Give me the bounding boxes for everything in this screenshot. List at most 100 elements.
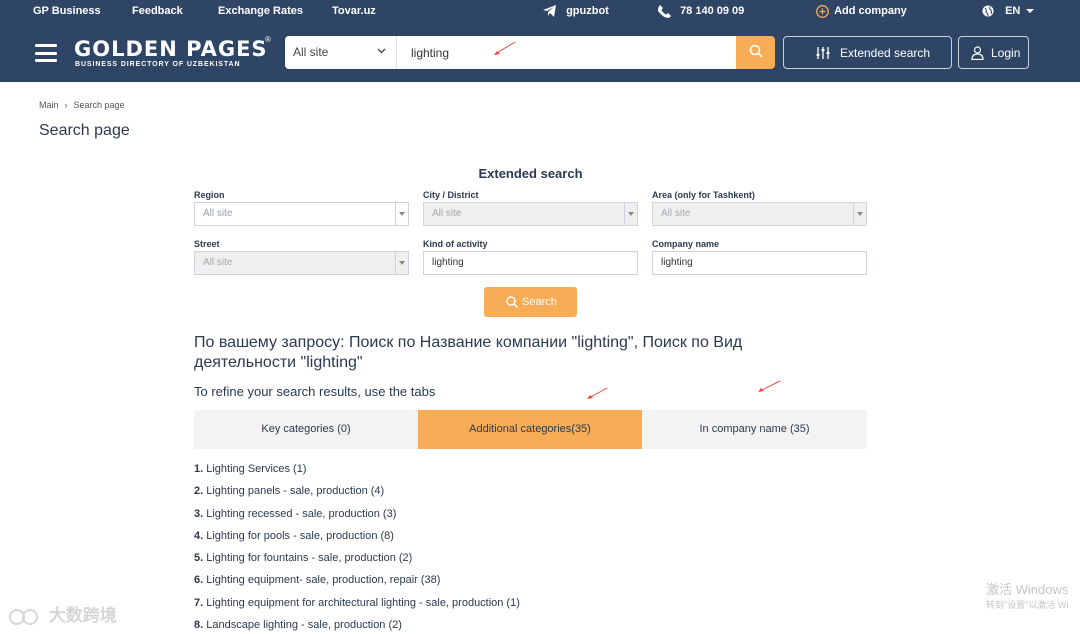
extended-search-submit-label: Search xyxy=(522,296,557,308)
street-value: All site xyxy=(203,257,233,268)
list-item[interactable]: 4. Lighting for pools - sale, production… xyxy=(194,530,520,552)
item-name[interactable]: Lighting Services xyxy=(206,463,290,475)
city-select[interactable]: All site xyxy=(423,202,638,226)
item-number: 3. xyxy=(194,507,204,520)
city-label: City / District xyxy=(423,190,479,200)
annotation-arrow-3 xyxy=(758,380,781,392)
item-count: (2) xyxy=(398,552,413,565)
item-count: (2) xyxy=(388,619,402,632)
tab-key-categories[interactable]: Key categories (0) xyxy=(194,410,418,449)
language-selector[interactable]: EN xyxy=(982,5,1035,17)
breadcrumb: Main › Search page xyxy=(39,100,125,110)
list-item[interactable]: 5. Lighting for fountains - sale, produc… xyxy=(194,552,520,574)
list-item[interactable]: 3. Lighting recessed - sale, production(… xyxy=(194,508,520,530)
region-value: All site xyxy=(203,208,233,219)
menu-icon[interactable] xyxy=(35,44,57,62)
item-number: 2. xyxy=(194,485,204,498)
plus-circle-icon xyxy=(816,5,829,18)
user-icon xyxy=(971,46,984,60)
list-item[interactable]: 7. Lighting equipment for architectural … xyxy=(194,597,520,619)
telegram-link[interactable]: gpuzbot xyxy=(543,5,609,18)
item-name[interactable]: Lighting for fountains - sale, productio… xyxy=(206,552,396,564)
item-number: 1. xyxy=(194,463,204,475)
activity-label: Kind of activity xyxy=(423,239,488,249)
logo-icon xyxy=(9,608,38,625)
list-item[interactable]: 2. Lighting panels - sale, production (4) xyxy=(194,485,520,507)
phone-link[interactable]: 78 140 09 09 xyxy=(658,5,744,18)
city-value: All site xyxy=(432,208,462,219)
annotation-arrow-1 xyxy=(494,41,516,55)
site-scope-value: All site xyxy=(293,45,329,59)
extended-search-submit-button[interactable]: Search xyxy=(484,287,577,317)
company-name-input[interactable]: lighting xyxy=(652,251,867,275)
telegram-handle: gpuzbot xyxy=(566,5,609,17)
street-label: Street xyxy=(194,239,220,249)
annotation-arrow-2 xyxy=(587,387,608,399)
extended-search-button[interactable]: Extended search xyxy=(783,36,952,69)
caret-down-icon xyxy=(1026,9,1035,14)
item-number: 5. xyxy=(194,552,204,565)
windows-activation-watermark: 激活 Windows xyxy=(986,582,1069,597)
tab-additional-categories[interactable]: Additional categories(35) xyxy=(418,410,642,449)
item-count: (1) xyxy=(293,463,307,475)
language-label: EN xyxy=(1005,5,1021,17)
street-select[interactable]: All site xyxy=(194,251,409,275)
globe-icon xyxy=(982,5,994,17)
corner-watermark-logo: 大数跨境 xyxy=(8,601,117,627)
list-item[interactable]: 8. Landscape lighting - sale, production… xyxy=(194,619,520,634)
dropdown-arrow-icon xyxy=(624,203,637,225)
area-value: All site xyxy=(661,208,691,219)
item-name[interactable]: Lighting recessed - sale, production xyxy=(206,508,380,520)
item-name[interactable]: Lighting for pools - sale, production xyxy=(206,530,377,542)
dropdown-arrow-icon xyxy=(395,252,408,274)
sliders-icon xyxy=(816,47,830,59)
region-label: Region xyxy=(194,190,225,200)
page-title: Search page xyxy=(39,122,130,139)
top-bar: GP Business Feedback Exchange Rates Tova… xyxy=(0,0,1080,25)
company-name-label: Company name xyxy=(652,239,720,249)
topbar-link-exchange-rates[interactable]: Exchange Rates xyxy=(218,5,303,17)
breadcrumb-main[interactable]: Main xyxy=(39,100,59,110)
activity-input[interactable]: lighting xyxy=(423,251,638,275)
item-name[interactable]: Lighting equipment- sale, production, re… xyxy=(206,574,418,586)
topbar-link-tovar[interactable]: Tovar.uz xyxy=(332,5,376,17)
login-button[interactable]: Login xyxy=(958,36,1029,69)
search-icon xyxy=(749,44,763,58)
topbar-link-gp-business[interactable]: GP Business xyxy=(33,5,101,17)
search-icon xyxy=(506,296,518,308)
search-button[interactable] xyxy=(736,36,775,69)
topbar-link-feedback[interactable]: Feedback xyxy=(132,5,183,17)
region-select[interactable]: All site xyxy=(194,202,409,226)
item-name[interactable]: Lighting equipment for architectural lig… xyxy=(206,597,503,609)
results-tabs: Key categories (0) Additional categories… xyxy=(194,410,867,449)
phone-number: 78 140 09 09 xyxy=(680,5,745,18)
item-name[interactable]: Landscape lighting - sale, production xyxy=(206,619,385,631)
corner-watermark-text: 大数跨境 xyxy=(48,606,117,625)
tab-in-company-name[interactable]: In company name (35) xyxy=(642,410,867,449)
search-input[interactable] xyxy=(397,36,736,69)
item-count: (8) xyxy=(380,529,394,542)
item-number: 6. xyxy=(194,574,204,587)
item-number: 4. xyxy=(194,529,204,542)
site-scope-select[interactable]: All site xyxy=(285,36,397,69)
main-header: GOLDEN PAGES ® BUSINESS DIRECTORY OF UZB… xyxy=(0,25,1080,82)
list-item[interactable]: 6. Lighting equipment- sale, production,… xyxy=(194,574,520,596)
item-name[interactable]: Lighting panels - sale, production xyxy=(206,485,367,497)
extended-search-title: Extended search xyxy=(478,166,583,181)
chevron-down-icon xyxy=(377,48,386,54)
breadcrumb-current: Search page xyxy=(73,100,125,110)
logo-registered-mark: ® xyxy=(265,35,271,44)
windows-activation-hint: 转到"设置"以激活 Wi xyxy=(986,600,1069,610)
item-count: (4) xyxy=(370,485,385,498)
extended-search-label: Extended search xyxy=(840,46,931,60)
item-number: 7. xyxy=(194,596,204,609)
add-company-link[interactable]: Add company xyxy=(816,5,907,18)
logo-title[interactable]: GOLDEN PAGES xyxy=(74,37,268,61)
telegram-icon xyxy=(543,5,556,18)
logo-subtitle: BUSINESS DIRECTORY OF UZBEKISTAN xyxy=(75,61,241,68)
item-count: (38) xyxy=(420,574,441,587)
area-select[interactable]: All site xyxy=(652,202,867,226)
query-summary: По вашему запросу: Поиск по Название ком… xyxy=(194,334,743,371)
list-item[interactable]: 1. Lighting Services (1) xyxy=(194,463,520,485)
area-label: Area (only for Tashkent) xyxy=(652,190,755,200)
